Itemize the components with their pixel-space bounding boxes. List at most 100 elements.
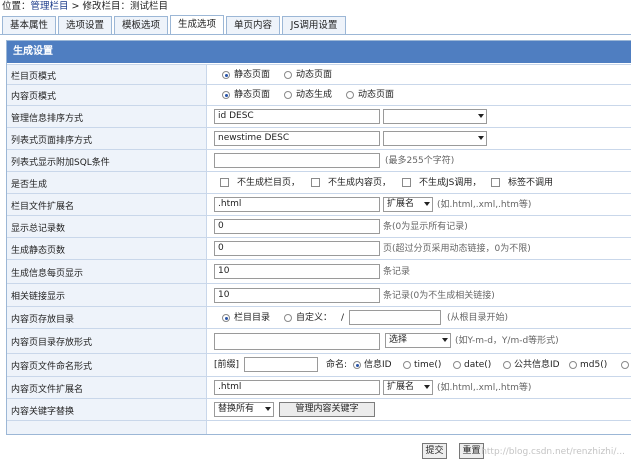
row-list-sql: 列表式显示附加SQL条件 (最多255个字符)	[7, 149, 631, 172]
manage-keywords-button[interactable]: 管理内容关键字	[279, 402, 375, 417]
total-records-input[interactable]: 0	[214, 219, 380, 234]
radio-md5[interactable]	[569, 361, 577, 369]
checkbox-label: 不生成栏目页，	[237, 178, 301, 188]
per-page-input[interactable]: 10	[214, 264, 380, 279]
chevron-down-icon	[424, 202, 430, 206]
row-label: 内容页模式	[7, 85, 207, 106]
file-prefix-input[interactable]	[244, 357, 318, 372]
radio-static-page[interactable]	[222, 91, 230, 99]
hint-text: (如.html,.xml,.htm等)	[437, 200, 532, 210]
row-label: 内容页文件扩展名	[7, 377, 207, 399]
submit-button[interactable]: 提交	[422, 443, 447, 459]
row-keyword-replace: 内容关键字替换 替换所有 管理内容关键字	[7, 398, 631, 421]
radio-public-info-id[interactable]	[503, 361, 511, 369]
breadcrumb-sep: >	[68, 1, 83, 12]
radio-column-directory[interactable]	[222, 314, 230, 322]
panel-title: 生成设置	[7, 41, 631, 63]
breadcrumb-current: 修改栏目：测试栏目	[82, 1, 169, 12]
static-pages-input[interactable]: 0	[214, 241, 380, 256]
extension-select[interactable]: 扩展名	[383, 380, 433, 395]
extension-select[interactable]: 扩展名	[383, 197, 433, 212]
hint-text: 页(超过分页采用动态链接，0为不限)	[383, 244, 531, 254]
row-label: 显示总记录数	[7, 216, 207, 238]
row-label: 内容关键字替换	[7, 399, 207, 421]
row-label: 列表式显示附加SQL条件	[7, 150, 207, 172]
related-links-input[interactable]: 10	[214, 288, 380, 303]
chevron-down-icon	[442, 338, 448, 342]
checkbox-no-js-call[interactable]	[402, 178, 411, 187]
row-label: 内容页文件命名形式	[7, 354, 207, 377]
tab-options[interactable]: 选项设置	[58, 16, 112, 34]
radio-more[interactable]	[621, 361, 629, 369]
tab-js-call[interactable]: JS调用设置	[282, 16, 346, 34]
row-content-mode: 内容页模式 静态页面 动态生成 动态页面	[7, 84, 631, 106]
row-admin-order: 管理信息排序方式 id DESC	[7, 105, 631, 128]
row-spacer	[7, 420, 631, 434]
select-value: 替换所有	[218, 404, 255, 414]
custom-directory-input[interactable]	[349, 310, 441, 325]
list-order-input[interactable]: newstime DESC	[214, 131, 380, 146]
checkbox-label: 标签不调用	[508, 178, 554, 188]
settings-panel: 生成设置 栏目页模式 静态页面 动态页面 内容页模式 静态页面 动态生成 动态页…	[6, 40, 631, 435]
option-label: 自定义：	[296, 313, 333, 323]
option-label: 动态生成	[296, 90, 333, 100]
directory-format-input[interactable]	[214, 333, 380, 350]
tab-single-page[interactable]: 单页内容	[226, 16, 280, 34]
row-label	[7, 421, 207, 434]
checkbox-no-tag-call[interactable]	[491, 178, 500, 187]
breadcrumb-prefix: 位置：	[2, 1, 31, 12]
chevron-down-icon	[265, 407, 271, 411]
tab-bar: 基本属性 选项设置 模板选项 生成选项 单页内容 JS调用设置	[0, 14, 631, 35]
hint-text: 条记录(0为不生成相关链接)	[383, 291, 495, 301]
chevron-down-icon	[478, 136, 484, 140]
radio-dynamic-page[interactable]	[284, 71, 292, 79]
row-total-records: 显示总记录数 0 条(0为显示所有记录)	[7, 215, 631, 238]
chevron-down-icon	[424, 385, 430, 389]
tab-generate[interactable]: 生成选项	[170, 15, 224, 34]
row-label: 是否生成	[7, 172, 207, 194]
row-label: 生成信息每页显示	[7, 260, 207, 284]
radio-static-page[interactable]	[222, 71, 230, 79]
admin-order-input[interactable]: id DESC	[214, 109, 380, 124]
row-label: 相关链接显示	[7, 284, 207, 307]
row-directory-format: 内容页目录存放形式 选择 (如Y-m-d，Y/m-d等形式)	[7, 328, 631, 354]
row-label: 内容页目录存放形式	[7, 329, 207, 354]
list-order-select[interactable]	[383, 131, 487, 146]
hint-text: 条(0为显示所有记录)	[383, 222, 468, 232]
naming-label: 命名:	[326, 360, 348, 370]
option-label: 公共信息ID	[514, 360, 560, 370]
admin-order-select[interactable]	[383, 109, 487, 124]
radio-info-id[interactable]	[353, 361, 361, 369]
tab-template[interactable]: 模板选项	[114, 16, 168, 34]
option-label: md5()	[580, 360, 608, 370]
row-content-directory: 内容页存放目录 栏目目录 自定义： / (从根目录开始)	[7, 306, 631, 329]
checkbox-label: 不生成内容页，	[328, 178, 392, 188]
row-generate-flags: 是否生成 不生成栏目页， 不生成内容页， 不生成JS调用， 标签不调用	[7, 171, 631, 194]
list-sql-input[interactable]	[214, 153, 380, 168]
option-label: 动态页面	[358, 90, 395, 100]
keyword-replace-select[interactable]: 替换所有	[214, 402, 274, 417]
checkbox-no-content-page[interactable]	[311, 178, 320, 187]
watermark: http://blog.csdn.net/renzhizhi/...	[481, 447, 625, 457]
radio-dynamic-generate[interactable]	[284, 91, 292, 99]
path-slash: /	[341, 313, 345, 323]
breadcrumb: 位置：管理栏目 > 修改栏目：测试栏目	[2, 0, 168, 15]
row-list-order: 列表式页面排序方式 newstime DESC	[7, 127, 631, 150]
option-label: 信息ID	[364, 360, 392, 370]
hint-text: (最多255个字符)	[385, 156, 455, 166]
option-label: 静态页面	[234, 70, 271, 80]
radio-custom-directory[interactable]	[284, 314, 292, 322]
list-extension-input[interactable]: .html	[214, 197, 380, 212]
radio-time[interactable]	[403, 361, 411, 369]
option-label: time()	[414, 360, 442, 370]
tab-basic[interactable]: 基本属性	[2, 16, 56, 34]
breadcrumb-link[interactable]: 管理栏目	[31, 1, 69, 12]
checkbox-no-list-page[interactable]	[220, 178, 229, 187]
content-extension-input[interactable]: .html	[214, 380, 380, 395]
directory-format-select[interactable]: 选择	[385, 333, 451, 348]
row-per-page: 生成信息每页显示 10 条记录	[7, 259, 631, 284]
select-value: 扩展名	[387, 199, 415, 209]
option-label: date()	[464, 360, 492, 370]
radio-date[interactable]	[453, 361, 461, 369]
radio-dynamic-page[interactable]	[346, 91, 354, 99]
